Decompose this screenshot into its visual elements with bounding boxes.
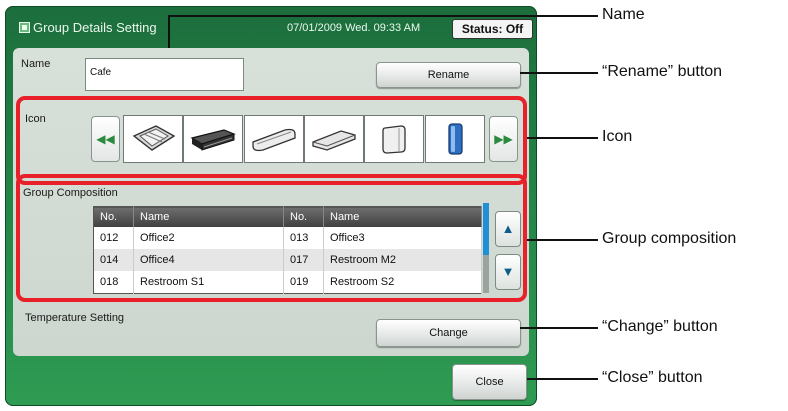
- title-bar: Group Details Setting 07/01/2009 Wed. 09…: [5, 6, 537, 46]
- callout-close-button: “Close” button: [602, 369, 703, 386]
- change-button[interactable]: Change: [376, 319, 521, 347]
- icon-highlight-box: [16, 96, 527, 185]
- window-icon: [19, 22, 30, 33]
- date-time: 07/01/2009 Wed. 09:33 AM: [287, 22, 421, 34]
- callout-rename-button: “Rename” button: [602, 63, 723, 80]
- close-button[interactable]: Close: [452, 364, 527, 400]
- callout-name: Name: [602, 6, 645, 23]
- group-details-screen: Group Details Setting 07/01/2009 Wed. 09…: [5, 6, 537, 406]
- callout-leader: [168, 15, 170, 48]
- callout-leader: [527, 378, 598, 380]
- window-title: Group Details Setting: [33, 20, 157, 35]
- temperature-setting-label: Temperature Setting: [25, 312, 125, 324]
- name-label: Name: [21, 58, 51, 70]
- callout-leader: [527, 137, 598, 139]
- rename-button[interactable]: Rename: [376, 62, 521, 88]
- callout-icon: Icon: [602, 128, 633, 145]
- callout-group-composition: Group composition: [602, 230, 737, 247]
- name-field[interactable]: Cafe: [85, 58, 244, 91]
- callout-change-button: “Change” button: [602, 318, 718, 335]
- callout-leader: [168, 15, 598, 17]
- callout-leader: [520, 327, 598, 329]
- group-composition-highlight-box: [16, 174, 527, 302]
- status-badge: Status: Off: [452, 19, 533, 39]
- callout-leader: [520, 72, 598, 74]
- callout-leader: [527, 239, 598, 241]
